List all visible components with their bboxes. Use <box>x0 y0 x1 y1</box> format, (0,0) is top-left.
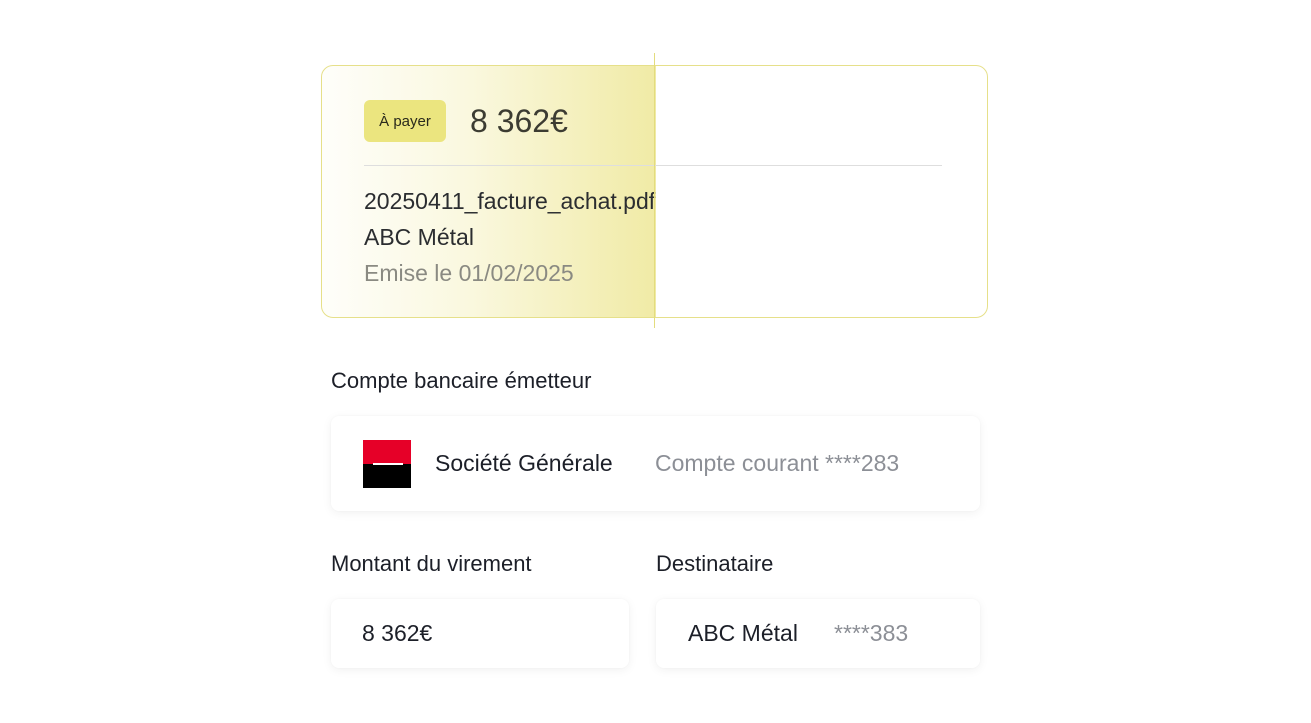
bank-name: Société Générale <box>435 450 613 476</box>
recipient-name: ABC Métal <box>688 620 798 646</box>
transfer-amount-field[interactable]: 8 362€ <box>331 599 629 668</box>
account-section-label: Compte bancaire émetteur <box>331 368 592 393</box>
status-badge: À payer <box>364 100 446 142</box>
logo-black-half <box>363 464 411 488</box>
invoice-vendor: ABC Métal <box>364 224 474 250</box>
transfer-form-page: À payer 8 362€ 20250411_facture_achat.pd… <box>0 0 1311 723</box>
invoice-issue-date: Emise le 01/02/2025 <box>364 260 574 286</box>
invoice-file-name[interactable]: 20250411_facture_achat.pdf <box>364 186 655 216</box>
scan-line <box>654 53 655 328</box>
bank-account-selector[interactable]: Société Générale Compte courant ****283 <box>331 416 980 511</box>
recipient-section-label: Destinataire <box>656 551 774 576</box>
amount-section-label: Montant du virement <box>331 551 532 576</box>
invoice-divider <box>364 165 942 166</box>
societe-generale-logo-icon <box>363 440 411 488</box>
recipient-account-mask: ****383 <box>834 620 909 646</box>
invoice-amount: 8 362€ <box>470 103 568 139</box>
transfer-amount-value: 8 362€ <box>362 620 433 646</box>
logo-white-bar <box>373 463 403 465</box>
account-description: Compte courant ****283 <box>655 450 900 476</box>
recipient-field[interactable]: ABC Métal ****383 <box>656 599 980 668</box>
logo-red-half <box>363 440 411 464</box>
